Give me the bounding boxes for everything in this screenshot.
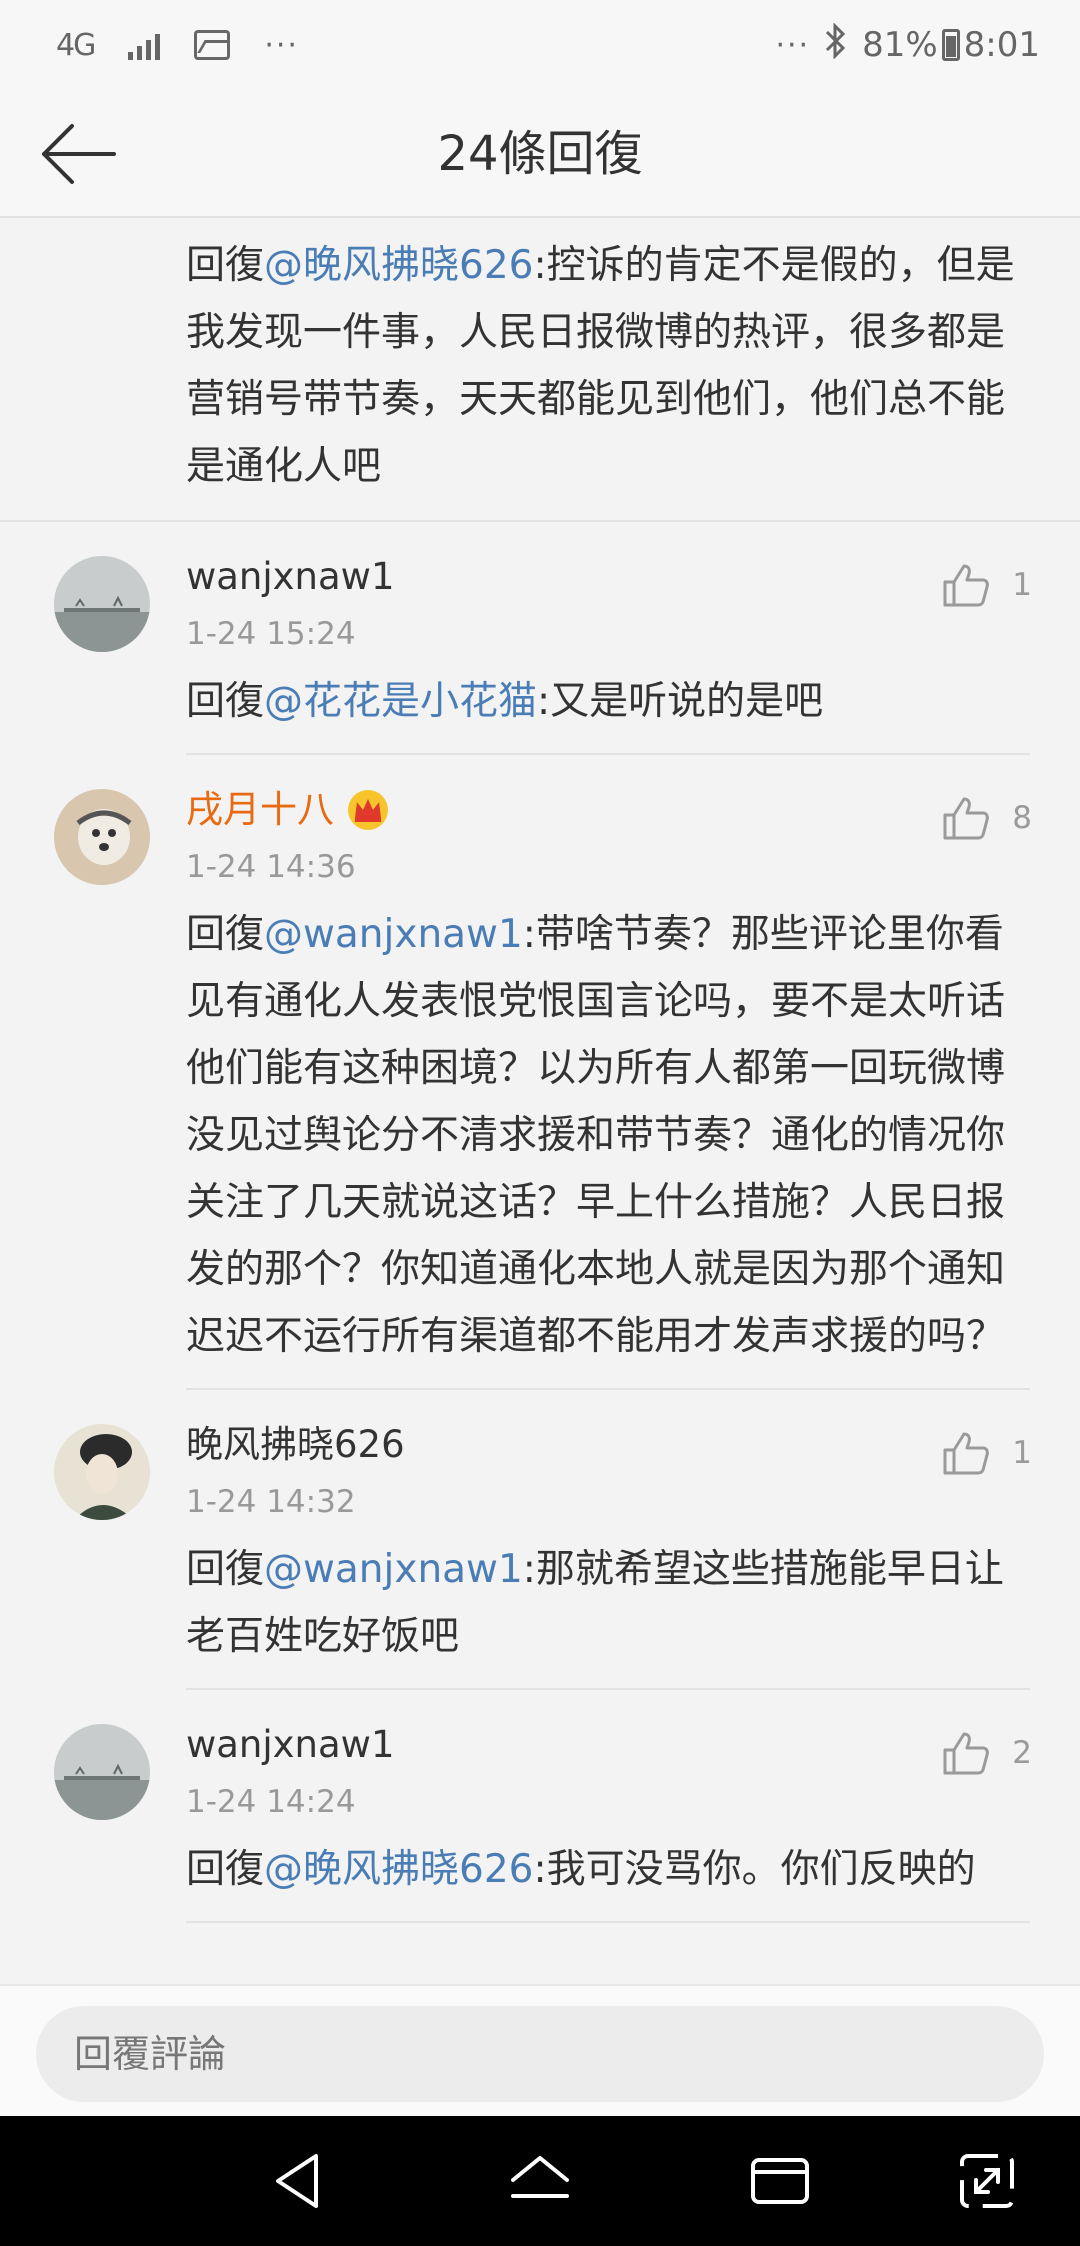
app-header: 24條回復 — [0, 90, 1080, 218]
battery-level: 81% — [862, 25, 938, 65]
reply-list[interactable]: 回復@晚风拂晓626:控诉的肯定不是假的，但是我发现一件事，人民日报微博的热评，… — [0, 218, 1080, 1984]
mention-link[interactable]: @花花是小花猫 — [264, 679, 537, 724]
reply-text: :带啥节奏？那些评论里你看见有通化人发表恨党恨国言论吗，要不是太听话他们能有这种… — [186, 912, 1006, 1359]
timestamp: 1-24 14:32 — [186, 1484, 356, 1520]
reply-prefix: 回復 — [186, 243, 265, 288]
username[interactable]: wanjxnaw1 — [186, 1720, 1030, 1770]
avatar[interactable] — [54, 1724, 150, 1820]
reply-text: :又是听说的是吧 — [537, 679, 824, 724]
comment-text: 回復@wanjxnaw1:那就希望这些措施能早日让老百姓吃好饭吧 — [186, 1536, 1030, 1690]
thumbs-up-icon — [943, 1432, 990, 1475]
reply-text: :我可没骂你。你们反映的 — [533, 1847, 976, 1892]
clock: 8:01 — [963, 25, 1040, 65]
username[interactable]: wanjxnaw1 — [186, 552, 1030, 602]
system-nav-bar — [0, 2116, 1080, 2246]
avatar[interactable] — [54, 556, 150, 652]
timestamp: 1-24 14:24 — [186, 1784, 356, 1820]
reply-prefix: 回復 — [186, 1547, 265, 1592]
reply-prefix: 回復 — [186, 912, 265, 957]
reply-bar: 回覆評論 — [0, 1984, 1080, 2116]
username[interactable]: 戌月十八 — [186, 785, 334, 835]
like-count: 1 — [1012, 1435, 1032, 1471]
like-button[interactable]: 8 — [942, 795, 1032, 841]
nav-back-icon[interactable] — [266, 2146, 336, 2216]
crown-badge-icon — [348, 790, 388, 830]
nav-expand-icon[interactable] — [952, 2146, 1022, 2216]
more-status-icon: ··· — [775, 27, 811, 63]
signal-icon — [128, 30, 161, 60]
like-button[interactable]: 1 — [942, 562, 1032, 608]
more-notifications-icon: ··· — [264, 27, 299, 63]
avatar[interactable] — [54, 1424, 150, 1520]
status-bar: 4G ··· ··· 81% 8:01 — [0, 0, 1080, 90]
reply-prefix: 回復 — [186, 679, 265, 724]
list-item: 戌月十八 1-24 14:36 8 回復@wanjxnaw1:带啥节奏？那些评论… — [0, 755, 1080, 1390]
thumbs-up-icon — [943, 564, 990, 607]
image-icon — [194, 30, 231, 60]
like-button[interactable]: 2 — [942, 1730, 1032, 1776]
network-type: 4G — [56, 27, 96, 63]
timestamp: 1-24 15:24 — [186, 616, 356, 652]
thumbs-up-icon — [943, 797, 990, 840]
like-button[interactable]: 1 — [942, 1430, 1032, 1476]
battery-icon — [941, 29, 960, 61]
username[interactable]: 晚风拂晓626 — [186, 1420, 1030, 1470]
like-count: 8 — [1012, 800, 1032, 836]
nav-recents-icon[interactable] — [745, 2146, 815, 2216]
mention-link[interactable]: @wanjxnaw1 — [264, 1547, 523, 1592]
mention-link[interactable]: @wanjxnaw1 — [264, 912, 523, 957]
comment-text: 回復@wanjxnaw1:带啥节奏？那些评论里你看见有通化人发表恨党恨国言论吗，… — [186, 901, 1030, 1390]
bluetooth-icon — [824, 21, 848, 68]
thumbs-up-icon — [943, 1732, 990, 1775]
reply-prefix: 回復 — [186, 1847, 265, 1892]
comment-text: 回復@花花是小花猫:又是听说的是吧 — [186, 668, 1030, 755]
mention-link[interactable]: @晚风拂晓626 — [264, 243, 533, 288]
comment-text: 回復@晚风拂晓626:我可没骂你。你们反映的 — [186, 1836, 1030, 1923]
username-vip[interactable]: 戌月十八 — [186, 785, 1030, 835]
list-item: wanjxnaw1 1-24 14:24 2 回復@晚风拂晓626:我可没骂你。… — [0, 1690, 1080, 1923]
avatar[interactable] — [54, 789, 150, 885]
like-count: 2 — [1012, 1735, 1032, 1771]
nav-home-icon[interactable] — [505, 2146, 575, 2216]
mention-link[interactable]: @晚风拂晓626 — [264, 1847, 533, 1892]
reply-input[interactable]: 回覆評論 — [36, 2006, 1044, 2102]
list-item: wanjxnaw1 1-24 15:24 1 回復@花花是小花猫:又是听说的是吧 — [0, 522, 1080, 755]
list-item: 回復@晚风拂晓626:控诉的肯定不是假的，但是我发现一件事，人民日报微博的热评，… — [0, 218, 1080, 522]
timestamp: 1-24 14:36 — [186, 849, 356, 885]
page-title: 24條回復 — [437, 126, 643, 182]
list-item: 晚风拂晓626 1-24 14:32 1 回復@wanjxnaw1:那就希望这些… — [0, 1390, 1080, 1690]
like-count: 1 — [1012, 567, 1032, 603]
